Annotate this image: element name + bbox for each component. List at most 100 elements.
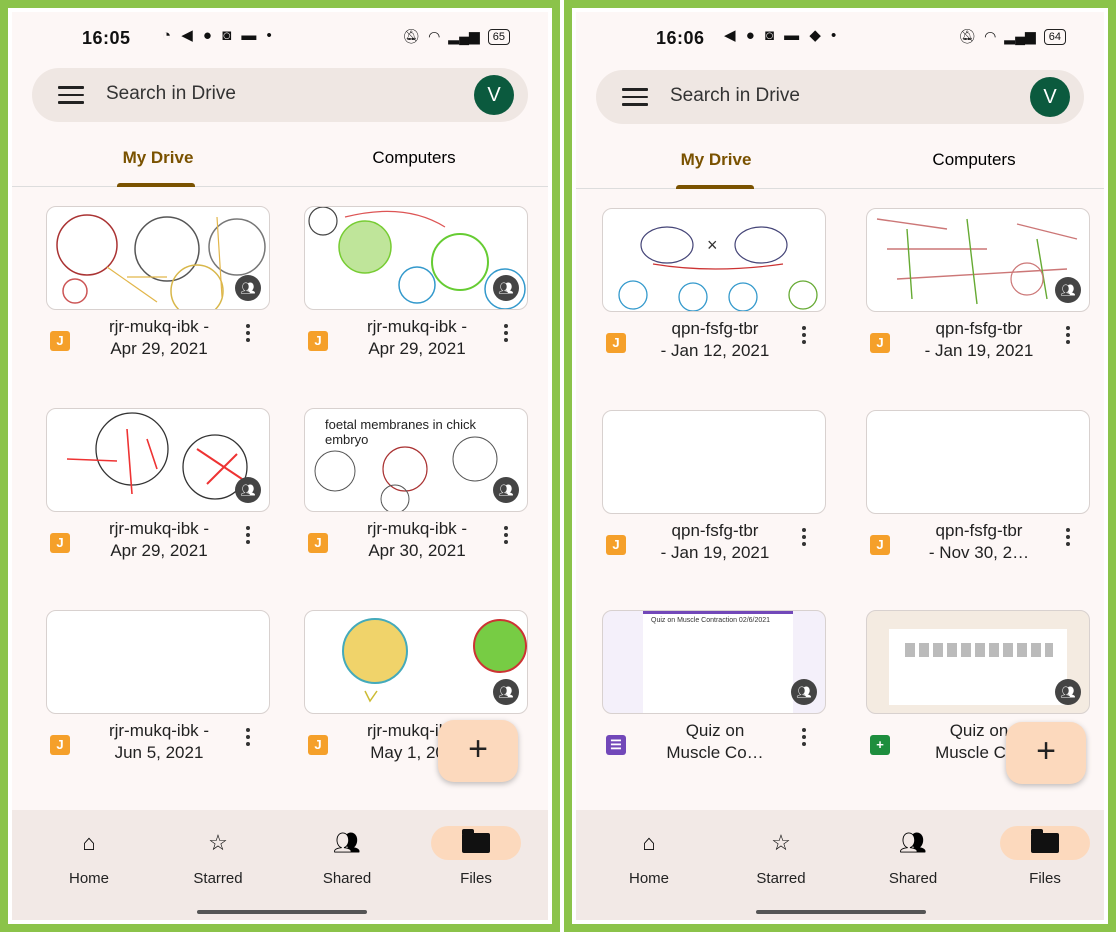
file-thumbnail[interactable] [46,610,270,714]
gesture-bar[interactable] [197,910,367,914]
folder-icon [431,826,521,860]
file-name[interactable]: qpn-fsfg-tbr - Jan 12, 2021 [640,318,790,362]
jamboard-icon: J [606,535,626,555]
active-tab-indicator [117,183,195,187]
tab-my-drive[interactable]: My Drive [58,148,258,168]
file-thumbnail[interactable]: × [602,208,826,312]
file-name[interactable]: qpn-fsfg-tbr - Jan 19, 2021 [640,520,790,564]
new-file-fab[interactable]: + [438,720,518,782]
file-thumbnail[interactable]: foetal membranes in chick embryo 👥︎ [304,408,528,512]
more-options-icon[interactable] [246,728,252,749]
battery-icon: 65 [487,28,510,45]
more-options-icon[interactable] [504,526,510,547]
tab-computers[interactable]: Computers [314,148,514,168]
account-avatar[interactable]: V [474,75,514,115]
shared-icon: 👥︎ [1055,277,1081,303]
more-options-icon[interactable] [1066,326,1072,347]
file-thumbnail[interactable]: 👥︎ [866,610,1090,714]
more-options-icon[interactable] [504,324,510,345]
status-time: 16:05 [82,28,131,48]
signal-icon: ▂▄▆ [448,28,480,44]
file-name[interactable]: qpn-fsfg-tbr - Nov 30, 2… [904,520,1054,564]
shared-icon: 👥︎ [235,275,261,301]
menu-icon[interactable] [58,86,84,104]
nav-files[interactable]: Files [990,826,1100,887]
shared-icon: 👥︎ [791,679,817,705]
more-options-icon[interactable] [246,526,252,547]
star-icon: ☆ [208,830,228,855]
nav-home[interactable]: ⌂ Home [594,826,704,887]
star-icon: ☆ [771,830,791,855]
file-name[interactable]: rjr-mukq-ibk - Apr 29, 2021 [342,316,492,360]
nav-starred[interactable]: ☆ Starred [726,826,836,887]
people-icon: 👥︎ [333,830,361,855]
right-phone-screenshot: 16:06 ◀ ● ◙ ▬ ◆ • 🔕︎ ◠ ▂▄▆ 64 Search in … [564,0,1116,932]
status-bar: 16:05 ◔ ◀ ● ◙ ▬ • 🔕︎ ◠ ▂▄▆ 65 [12,12,548,60]
people-icon: 👥︎ [899,830,927,855]
nav-starred[interactable]: ☆ Starred [163,826,273,887]
notification-icons: ◀ ● ◙ ▬ ◆ • [724,27,840,44]
file-name[interactable]: Quiz on Muscle Co… [640,720,790,764]
file-name[interactable]: qpn-fsfg-tbr - Jan 19, 2021 [904,318,1054,362]
account-avatar[interactable]: V [1030,77,1070,117]
shared-icon: 👥︎ [1055,679,1081,705]
status-bar: 16:06 ◀ ● ◙ ▬ ◆ • 🔕︎ ◠ ▂▄▆ 64 [576,12,1104,60]
left-phone-screenshot: 16:05 ◔ ◀ ● ◙ ▬ • 🔕︎ ◠ ▂▄▆ 65 Search in … [0,0,560,932]
jamboard-icon: J [308,331,328,351]
file-thumbnail[interactable] [866,410,1090,514]
shared-icon: 👥︎ [235,477,261,503]
gesture-bar[interactable] [756,910,926,914]
right-screen: 16:06 ◀ ● ◙ ▬ ◆ • 🔕︎ ◠ ▂▄▆ 64 Search in … [572,8,1108,924]
nav-home[interactable]: ⌂ Home [34,826,144,887]
more-options-icon[interactable] [802,528,808,549]
jamboard-icon: J [870,535,890,555]
bottom-navigation: ⌂ Home ☆ Starred 👥︎ Shared Files [576,810,1104,920]
file-name[interactable]: rjr-mukq-ibk - Jun 5, 2021 [84,720,234,764]
nav-shared[interactable]: 👥︎ Shared [858,826,968,887]
file-thumbnail[interactable]: 👥︎ [304,610,528,714]
more-options-icon[interactable] [802,326,808,347]
jamboard-icon: J [50,735,70,755]
left-screen: 16:05 ◔ ◀ ● ◙ ▬ • 🔕︎ ◠ ▂▄▆ 65 Search in … [8,8,552,924]
menu-icon[interactable] [622,88,648,106]
more-options-icon[interactable] [802,728,808,749]
search-bar[interactable]: Search in Drive V [596,70,1084,124]
file-thumbnail[interactable] [602,410,826,514]
tab-my-drive[interactable]: My Drive [616,150,816,170]
file-thumbnail[interactable]: Quiz on Muscle Contraction 02/6/2021 👥︎ [602,610,826,714]
file-name[interactable]: rjr-mukq-ibk - Apr 29, 2021 [84,316,234,360]
svg-text:×: × [707,235,718,255]
nav-files[interactable]: Files [421,826,531,887]
folder-icon [1000,826,1090,860]
file-name[interactable]: rjr-mukq-ibk - Apr 30, 2021 [342,518,492,562]
file-thumbnail[interactable]: 👥︎ [46,206,270,310]
nav-shared[interactable]: 👥︎ Shared [292,826,402,887]
bottom-navigation: ⌂ Home ☆ Starred 👥︎ Shared Files [12,810,548,920]
system-icons: 🔕︎ ◠ ▂▄▆ 64 [958,28,1066,45]
shared-icon: 👥︎ [493,679,519,705]
more-options-icon[interactable] [246,324,252,345]
more-options-icon[interactable] [1066,528,1072,549]
search-bar[interactable]: Search in Drive V [32,68,528,122]
home-icon: ⌂ [642,830,656,855]
shared-icon: 👥︎ [493,275,519,301]
home-icon: ⌂ [82,830,96,855]
sheets-icon: + [870,735,890,755]
battery-icon: 64 [1043,28,1066,45]
file-thumbnail[interactable]: 👥︎ [866,208,1090,312]
wifi-icon: ◠ [984,28,997,44]
file-name[interactable]: rjr-mukq-ibk - Apr 29, 2021 [84,518,234,562]
mute-icon: 🔕︎ [958,28,977,44]
notification-icons: ◔ ◀ ● ◙ ▬ • [162,27,275,44]
file-thumbnail[interactable]: 👥︎ [304,206,528,310]
jamboard-icon: J [308,533,328,553]
drive-tabs: My Drive Computers [576,142,1104,189]
jamboard-icon: J [308,735,328,755]
active-tab-indicator [676,185,754,189]
search-input[interactable]: Search in Drive [670,85,800,107]
wifi-icon: ◠ [428,28,441,44]
file-thumbnail[interactable]: 👥︎ [46,408,270,512]
tab-computers[interactable]: Computers [874,150,1074,170]
new-file-fab[interactable]: + [1006,722,1086,784]
search-input[interactable]: Search in Drive [106,83,236,105]
